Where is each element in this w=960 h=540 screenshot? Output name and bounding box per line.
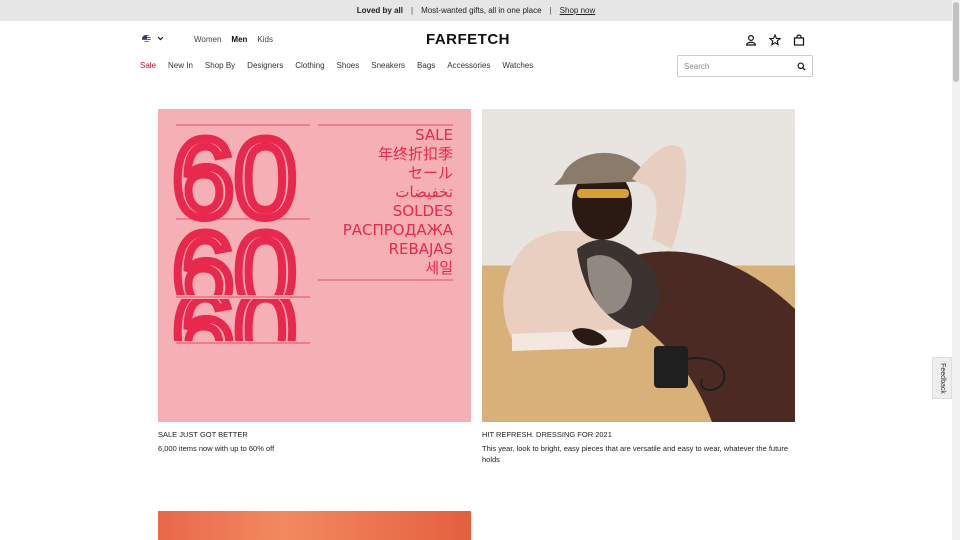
card-title[interactable]: HIT REFRESH. DRESSING FOR 2021 (482, 430, 795, 439)
farfetch-logo[interactable]: FARFETCH (426, 31, 510, 48)
locale-selector[interactable] (142, 35, 164, 42)
model-photo-image[interactable] (482, 109, 795, 422)
search-box (677, 55, 813, 77)
feedback-label: Feedback (938, 362, 946, 394)
star-icon[interactable] (769, 34, 781, 46)
card-title[interactable]: SALE JUST GOT BETTER (158, 430, 471, 439)
category-clothing[interactable]: Clothing (295, 61, 324, 70)
promo-bar: Loved by all | Most-wanted gifts, all in… (0, 0, 952, 21)
bag-icon[interactable] (793, 34, 805, 46)
category-watches[interactable]: Watches (502, 61, 533, 70)
scrollbar-thumb[interactable] (953, 2, 959, 82)
header: Women Men Kids FARFETCH (0, 21, 952, 59)
card-description: 6,000 items now with up to 60% off (158, 444, 275, 453)
editorial-card-partial[interactable] (158, 511, 471, 540)
category-sale[interactable]: Sale (140, 61, 156, 70)
promo-shop-now-link[interactable]: Shop now (560, 6, 596, 15)
category-new-in[interactable]: New In (168, 61, 193, 70)
search-icon[interactable] (797, 61, 806, 71)
promo-separator: | (549, 6, 552, 15)
sale-lang-ja: セール (407, 164, 453, 182)
category-bags[interactable]: Bags (417, 61, 435, 70)
sale-language-list: SALE 年终折扣季 セール تخفيضات SOLDES РАСПРОДАЖА… (343, 126, 453, 278)
promo-separator: | (410, 6, 414, 15)
category-shop-by[interactable]: Shop By (205, 61, 235, 70)
editorial-card-sale[interactable]: 60 60 60 SALE 年终折扣季 セール تخفيضات SOLDES Р… (158, 109, 471, 454)
promo-text: Most-wanted gifts, all in one place (421, 6, 542, 15)
gender-nav-men[interactable]: Men (231, 35, 247, 44)
gender-nav-kids[interactable]: Kids (257, 35, 273, 44)
header-icons (745, 34, 805, 46)
sale-lang-fr: SOLDES (392, 202, 453, 220)
model-photo-graphic (503, 145, 795, 422)
sale-lang-en: SALE (415, 126, 453, 144)
sale-lang-ru: РАСПРОДАЖА (342, 221, 453, 239)
sale-lang-ko: 세일 (425, 259, 453, 277)
editorial-card-hit-refresh[interactable]: HIT REFRESH. DRESSING FOR 2021 This year… (482, 109, 795, 465)
category-designers[interactable]: Designers (247, 61, 283, 70)
us-flag-icon (142, 35, 151, 42)
category-sneakers[interactable]: Sneakers (371, 61, 405, 70)
category-shoes[interactable]: Shoes (337, 61, 360, 70)
card-description: This year, look to bright, easy pieces t… (482, 444, 788, 464)
sale-banner-image[interactable]: 60 60 60 SALE 年终折扣季 セール تخفيضات SOLDES Р… (158, 109, 471, 422)
orange-editorial-image[interactable] (158, 511, 471, 540)
sale-lang-es: REBAJAS (388, 240, 453, 258)
feedback-tab[interactable]: Feedback (932, 357, 952, 399)
promo-bold-text: Loved by all (356, 6, 403, 15)
category-nav: Sale New In Shop By Designers Clothing S… (140, 61, 533, 70)
sale-lang-ar: تخفيضات (395, 183, 453, 201)
gender-nav: Women Men Kids (194, 35, 273, 44)
chevron-down-icon (157, 36, 164, 41)
user-icon[interactable] (745, 34, 757, 46)
gender-nav-women[interactable]: Women (194, 35, 221, 44)
category-accessories[interactable]: Accessories (447, 61, 490, 70)
page-scrollbar[interactable] (952, 0, 960, 540)
sale-lang-zh: 年终折扣季 (377, 145, 453, 163)
search-input[interactable] (684, 61, 797, 71)
